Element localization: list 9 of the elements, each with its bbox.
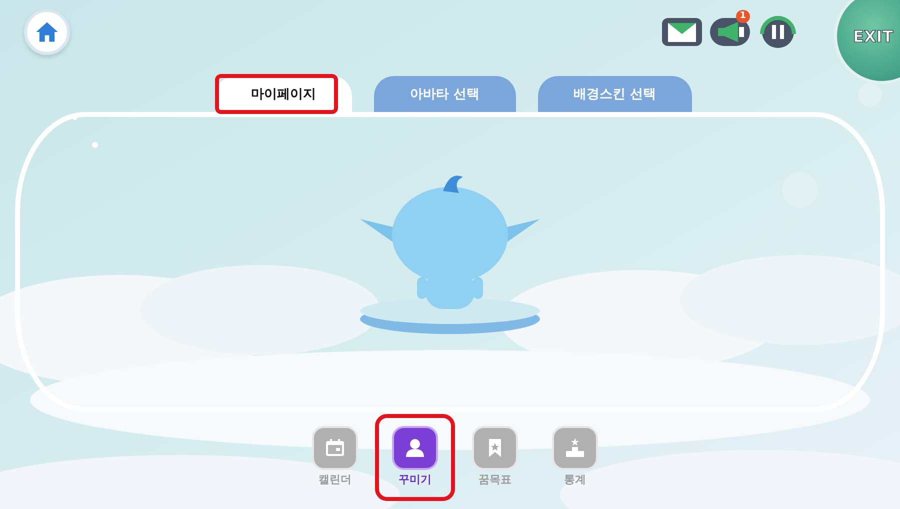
nav-label: 꿈목표	[478, 472, 512, 487]
nav-label: 캘린더	[318, 472, 352, 487]
person-icon	[403, 436, 427, 460]
nav-label: 꾸미기	[398, 472, 432, 487]
nav-label: 통계	[564, 472, 586, 487]
nav-button[interactable]	[392, 426, 438, 470]
tab[interactable]: 아바타 선택	[374, 76, 516, 112]
podium-icon	[563, 436, 587, 460]
tab[interactable]: 배경스킨 선택	[538, 76, 692, 112]
